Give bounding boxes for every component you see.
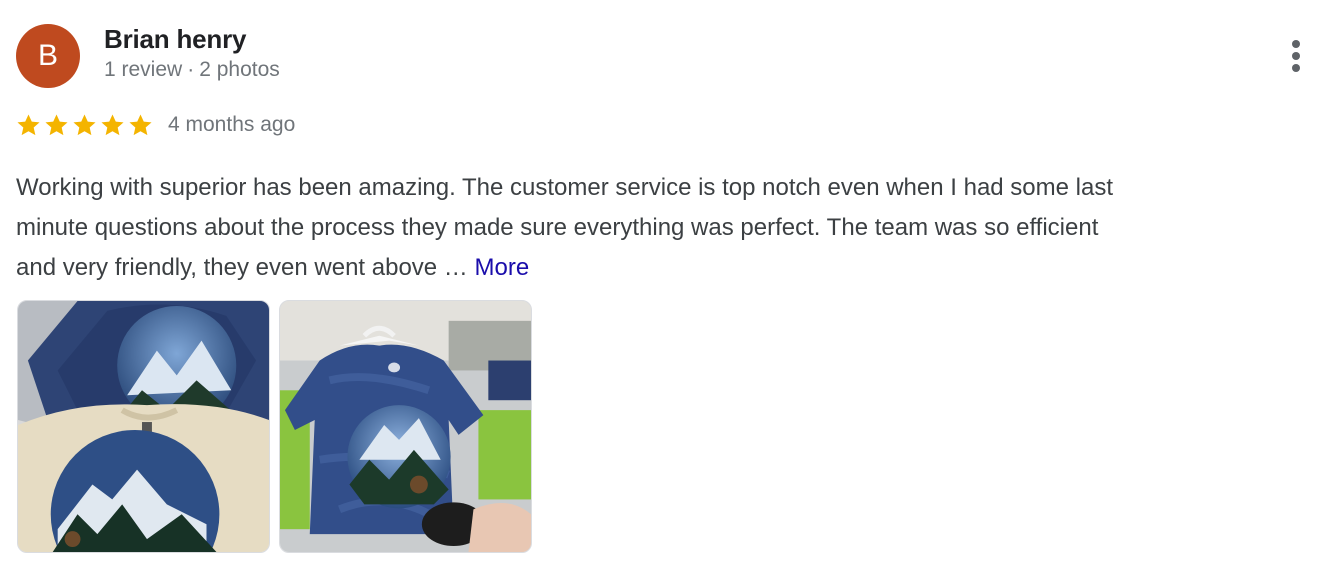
star-icon [73,114,96,136]
review-line-1: Working with superior has been amazing. … [16,174,1114,201]
more-link[interactable]: More [474,254,529,281]
review-line-2: minute questions about the process they … [16,214,1099,241]
star-icon [17,114,40,136]
more-vert-icon[interactable] [1280,36,1312,76]
review-line-3: and very friendly, they even went above … [16,248,1326,288]
review-count: 1 review [104,58,183,81]
reviewer-name[interactable]: Brian henry [104,24,246,55]
avatar[interactable]: B [16,24,80,88]
kebab-dot [1292,52,1300,60]
star-icon [45,114,68,136]
avatar-initial: B [37,39,58,72]
review-text: Working with superior has been amazing. … [16,168,1326,288]
review-time: 4 months ago [168,113,296,136]
review-photo-2[interactable] [279,300,532,553]
star-icon [129,114,152,136]
photo-count: 2 photos [199,58,280,81]
kebab-dot [1292,40,1300,48]
star-rating [15,112,154,139]
review-line-3-text: and very friendly, they even went above … [16,254,468,281]
kebab-dot [1292,64,1300,72]
tie-dye-shirt-on-hanger-photo [280,301,531,552]
reviewer-meta: 1 review · 2 photos [104,58,280,82]
meta-separator: · [187,58,195,81]
tie-dye-and-tan-shirts-photo [18,301,269,552]
review-photo-1[interactable] [17,300,270,553]
star-icon [101,114,124,136]
